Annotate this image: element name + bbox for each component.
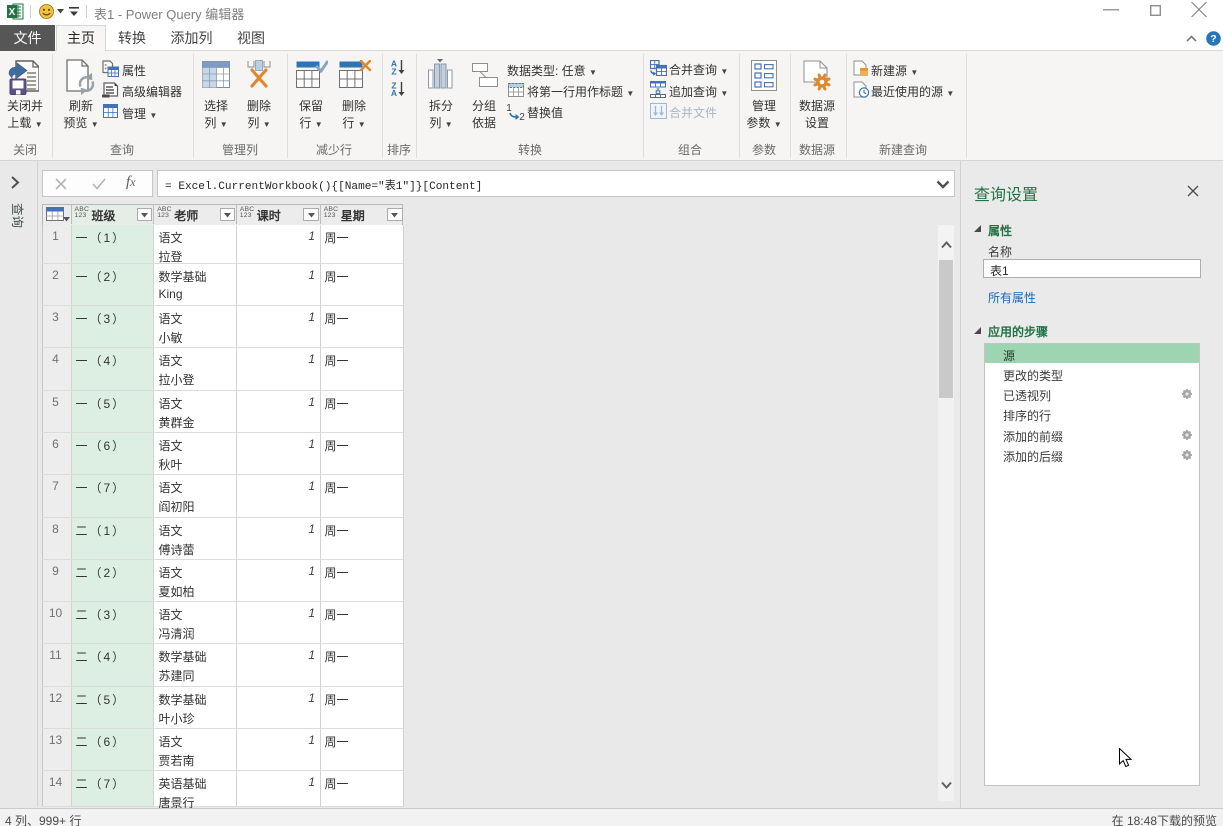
svg-text:2: 2 [519,112,525,121]
svg-text:1: 1 [506,103,512,114]
svg-text:?: ? [1210,33,1216,45]
svg-text:Z: Z [391,67,396,77]
svg-text:A: A [391,88,397,96]
svg-text:X: X [9,7,16,18]
